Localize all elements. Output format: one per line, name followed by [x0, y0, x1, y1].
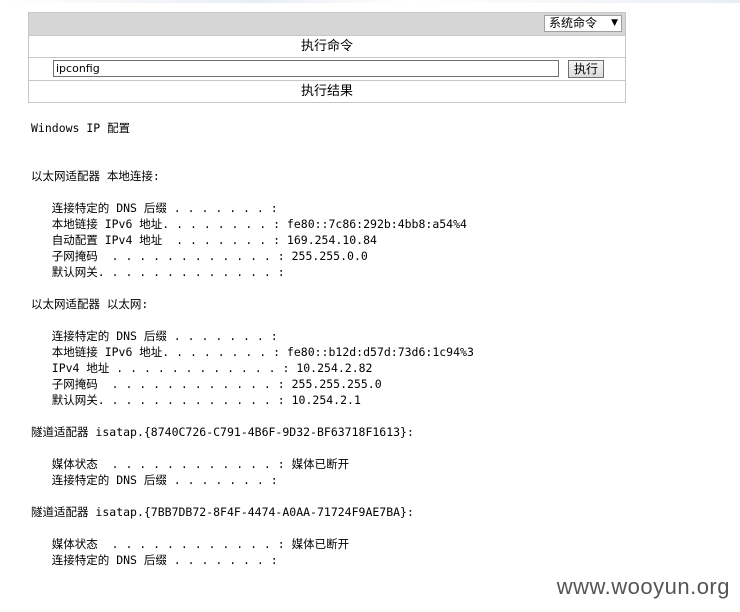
command-type-selected: 系统命令: [549, 16, 598, 30]
command-input[interactable]: [53, 60, 559, 77]
command-output: Windows IP 配置 以太网适配器 本地连接: 连接特定的 DNS 后缀 …: [31, 121, 474, 567]
toolbar: 系统命令 ▼: [29, 13, 625, 36]
execute-button[interactable]: 执行: [568, 60, 604, 78]
dropdown-arrow-icon: ▼: [611, 18, 618, 28]
command-panel: 系统命令 ▼ 执行命令 执行 执行结果: [28, 12, 626, 103]
execute-result-header: 执行结果: [29, 81, 625, 102]
command-type-select[interactable]: 系统命令 ▼: [544, 15, 622, 32]
top-border: [0, 0, 740, 3]
command-row: 执行: [29, 58, 625, 81]
watermark: www.wooyun.org: [556, 574, 730, 599]
execute-command-header: 执行命令: [29, 36, 625, 58]
